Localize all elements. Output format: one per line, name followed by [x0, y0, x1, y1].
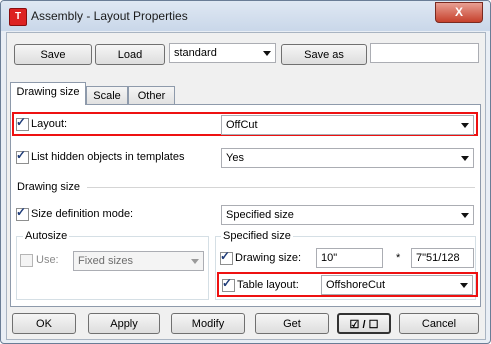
checkmark-icon: ✓	[222, 276, 233, 290]
tab-other[interactable]: Other	[128, 86, 175, 104]
window-title: Assembly - Layout Properties	[31, 9, 188, 23]
ok-button[interactable]: OK	[12, 313, 76, 334]
chevron-down-icon	[461, 156, 469, 161]
chevron-down-icon	[191, 259, 199, 264]
cancel-button[interactable]: Cancel	[399, 313, 479, 334]
apply-button[interactable]: Apply	[88, 313, 160, 334]
checkmark-icon: ✓	[16, 205, 27, 219]
preset-select-value: standard	[174, 47, 217, 59]
tab-drawing-size[interactable]: Drawing size	[10, 82, 86, 105]
autosize-mode-select[interactable]: Fixed sizes	[73, 251, 204, 271]
get-button[interactable]: Get	[255, 313, 329, 334]
table-layout-select[interactable]: OffshoreCut	[321, 275, 473, 295]
autosize-mode-value: Fixed sizes	[78, 255, 134, 267]
size-definition-select[interactable]: Specified size	[221, 205, 474, 225]
save-as-button[interactable]: Save as	[281, 44, 367, 65]
save-button[interactable]: Save	[14, 44, 92, 65]
autosize-use-label: Use:	[36, 254, 59, 266]
chevron-down-icon	[263, 51, 271, 56]
chevron-down-icon	[460, 283, 468, 288]
size-definition-select-value: Specified size	[226, 209, 294, 221]
dialog-window: T Assembly - Layout Properties X Save Lo…	[0, 0, 491, 344]
tab-scale[interactable]: Scale	[86, 86, 128, 104]
drawing-width-input[interactable]: 10"	[316, 248, 383, 268]
layout-checkbox[interactable]: ✓	[16, 115, 29, 131]
checkmark-icon: ✓	[220, 249, 231, 263]
list-hidden-select-value: Yes	[226, 152, 244, 164]
section-divider	[87, 187, 475, 188]
specified-size-group-title: Specified size	[221, 230, 293, 242]
close-button[interactable]: X	[435, 2, 483, 23]
chevron-down-icon	[461, 123, 469, 128]
size-times-symbol: *	[396, 252, 401, 264]
app-icon: T	[9, 8, 27, 26]
layout-select-value: OffCut	[226, 119, 258, 131]
chevron-down-icon	[461, 213, 469, 218]
drawing-height-input[interactable]: 7"51/128	[411, 248, 474, 268]
section-drawing-size: Drawing size	[17, 181, 80, 193]
drawing-size-label: Drawing size:	[235, 252, 302, 264]
list-hidden-checkbox[interactable]: ✓	[16, 148, 29, 164]
checkmark-icon: ✓	[16, 115, 27, 129]
tab-panel-drawing-size: ✓ Layout: OffCut ✓ List hidden objects i…	[10, 104, 481, 307]
size-definition-label: Size definition mode:	[31, 208, 134, 220]
autosize-group-title: Autosize	[23, 230, 70, 242]
table-layout-select-value: OffshoreCut	[326, 279, 386, 291]
load-button[interactable]: Load	[95, 44, 165, 65]
save-as-name-input[interactable]	[370, 43, 479, 63]
dialog-client: Save Load standard Save as Drawing size …	[6, 32, 486, 340]
preset-select[interactable]: standard	[169, 43, 276, 63]
toggle-all-button[interactable]: ☑ / ☐	[337, 313, 391, 334]
checkmark-icon: ✓	[16, 148, 27, 162]
title-bar[interactable]: T Assembly - Layout Properties X	[1, 1, 490, 31]
size-definition-checkbox[interactable]: ✓	[16, 205, 29, 221]
modify-button[interactable]: Modify	[171, 313, 245, 334]
list-hidden-label: List hidden objects in templates	[31, 151, 185, 163]
drawing-size-checkbox[interactable]: ✓	[220, 249, 233, 265]
list-hidden-select[interactable]: Yes	[221, 148, 474, 168]
layout-label: Layout:	[31, 118, 68, 130]
autosize-use-checkbox[interactable]	[20, 254, 33, 267]
layout-select[interactable]: OffCut	[221, 115, 474, 135]
table-layout-checkbox[interactable]: ✓	[222, 276, 235, 292]
table-layout-label: Table layout:	[237, 279, 299, 291]
